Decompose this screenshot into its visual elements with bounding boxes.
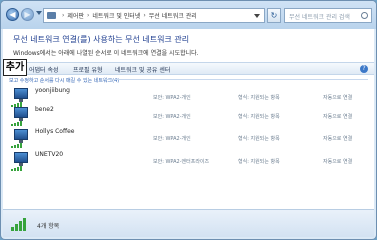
network-type: 형식: 지원되는 항목 xyxy=(238,114,280,120)
title-bar: ◀ ▶ › 제어판 › 네트워크 및 인터넷 › 무선 네트워크 관리 ↻ 무선… xyxy=(1,1,376,29)
wireless-network-icon xyxy=(11,152,31,171)
wireless-network-icon xyxy=(11,216,29,232)
search-icon[interactable] xyxy=(361,12,368,19)
chevron-right-icon: › xyxy=(86,12,90,19)
profile-types-button[interactable]: 프로필 유형 xyxy=(73,65,103,74)
network-security: 보안: WPA2-개인 xyxy=(153,136,191,142)
command-toolbar: 어댑터 속성 프로필 유형 네트워크 및 공유 센터 ? xyxy=(3,62,374,75)
group-divider xyxy=(103,79,368,80)
network-security: 보안: WPA2-엔터프라이즈 xyxy=(153,159,210,165)
network-name: bene2 xyxy=(35,106,54,113)
back-arrow-icon[interactable]: ◀ xyxy=(6,8,19,21)
status-bar: 4개 항목 xyxy=(3,209,374,237)
breadcrumb-control-panel[interactable]: 제어판 xyxy=(67,11,84,20)
adapter-properties-button[interactable]: 어댑터 속성 xyxy=(29,65,59,74)
network-connect-mode: 자동으로 연결 xyxy=(323,136,353,142)
window: ◀ ▶ › 제어판 › 네트워크 및 인터넷 › 무선 네트워크 관리 ↻ 무선… xyxy=(0,0,377,240)
network-connect-mode: 자동으로 연결 xyxy=(323,95,353,101)
network-name: yoonjiibung xyxy=(35,87,70,94)
page-title: 무선 네트워크 연결(를) 사용하는 무선 네트워크 관리 xyxy=(13,35,190,44)
network-security: 보안: WPA2-개인 xyxy=(153,95,191,101)
breadcrumb-manage-wireless[interactable]: 무선 네트워크 관리 xyxy=(149,11,197,20)
page-description: Windows에서는 아래에 나열된 순서로 이 네트워크에 연결을 시도합니다… xyxy=(13,50,199,57)
network-name: Hollys Coffee xyxy=(35,128,75,135)
main-content: 무선 네트워크 연결(를) 사용하는 무선 네트워크 관리 Windows에서는… xyxy=(3,29,374,237)
network-row[interactable]: UNETV20 보안: WPA2-엔터프라이즈 형식: 지원되는 항목 자동으로… xyxy=(3,148,374,174)
network-type: 형식: 지원되는 항목 xyxy=(238,159,280,165)
chevron-right-icon: › xyxy=(62,12,65,19)
network-sharing-center-link[interactable]: 네트워크 및 공유 센터 xyxy=(115,65,170,74)
chevron-right-icon: › xyxy=(143,12,146,19)
refresh-icon[interactable]: ↻ xyxy=(267,8,281,23)
address-dropdown-icon[interactable] xyxy=(254,14,260,18)
item-count: 4개 항목 xyxy=(37,223,60,230)
wireless-network-icon xyxy=(11,107,31,126)
control-panel-icon xyxy=(47,12,56,19)
network-type: 형식: 지원되는 항목 xyxy=(238,136,280,142)
breadcrumb-network-internet[interactable]: 네트워크 및 인터넷 xyxy=(92,11,140,20)
recent-pages-dropdown-icon[interactable] xyxy=(36,11,42,15)
help-icon[interactable]: ? xyxy=(360,65,368,73)
network-security: 보안: WPA2-개인 xyxy=(153,114,191,120)
network-connect-mode: 자동으로 연결 xyxy=(323,159,353,165)
network-connect-mode: 자동으로 연결 xyxy=(323,114,353,120)
address-bar[interactable]: › 제어판 › 네트워크 및 인터넷 › 무선 네트워크 관리 xyxy=(43,8,265,23)
network-type: 형식: 지원되는 항목 xyxy=(238,95,280,101)
forward-arrow-icon[interactable]: ▶ xyxy=(21,8,34,21)
search-input[interactable]: 무선 네트워크 관리 검색 xyxy=(284,8,372,23)
add-button[interactable]: 추가 xyxy=(3,59,27,76)
search-placeholder: 무선 네트워크 관리 검색 xyxy=(289,14,350,21)
wireless-network-icon xyxy=(11,129,31,148)
network-name: UNETV20 xyxy=(35,151,64,158)
